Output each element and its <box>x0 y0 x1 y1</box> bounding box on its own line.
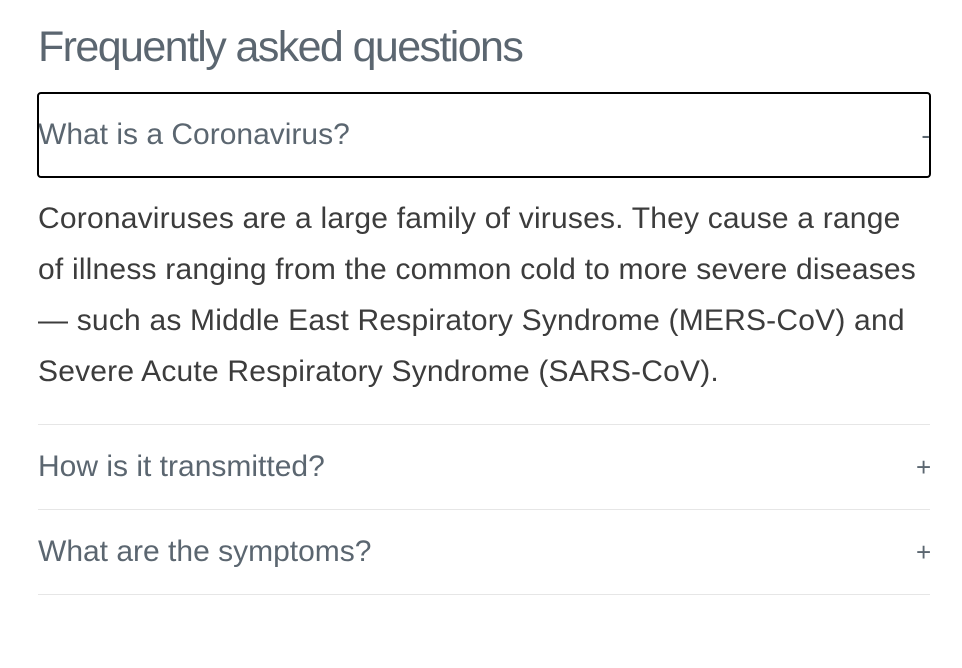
faq-item: What are the symptoms? + <box>38 510 931 595</box>
expand-icon[interactable]: + <box>916 537 931 568</box>
faq-question-transmission[interactable]: How is it transmitted? + <box>38 425 931 509</box>
page-title: Frequently asked questions <box>38 23 524 71</box>
faq-answer: Coronaviruses are a large family of viru… <box>38 202 917 388</box>
faq-list: What is a Coronavirus? - Coronaviruses a… <box>37 92 931 595</box>
faq-question-coronavirus[interactable]: What is a Coronavirus? - <box>37 92 931 178</box>
faq-section: Frequently asked questions What is a Cor… <box>37 0 931 595</box>
faq-item: What is a Coronavirus? - Coronaviruses a… <box>37 92 931 425</box>
expand-icon[interactable]: + <box>916 452 931 483</box>
faq-question-label: What are the symptoms? <box>38 535 372 568</box>
faq-question-label: How is it transmitted? <box>38 450 325 483</box>
faq-question-label: What is a Coronavirus? <box>38 118 350 151</box>
collapse-icon[interactable]: - <box>916 120 930 151</box>
faq-item: How is it transmitted? + <box>38 425 931 510</box>
faq-question-symptoms[interactable]: What are the symptoms? + <box>38 510 931 594</box>
